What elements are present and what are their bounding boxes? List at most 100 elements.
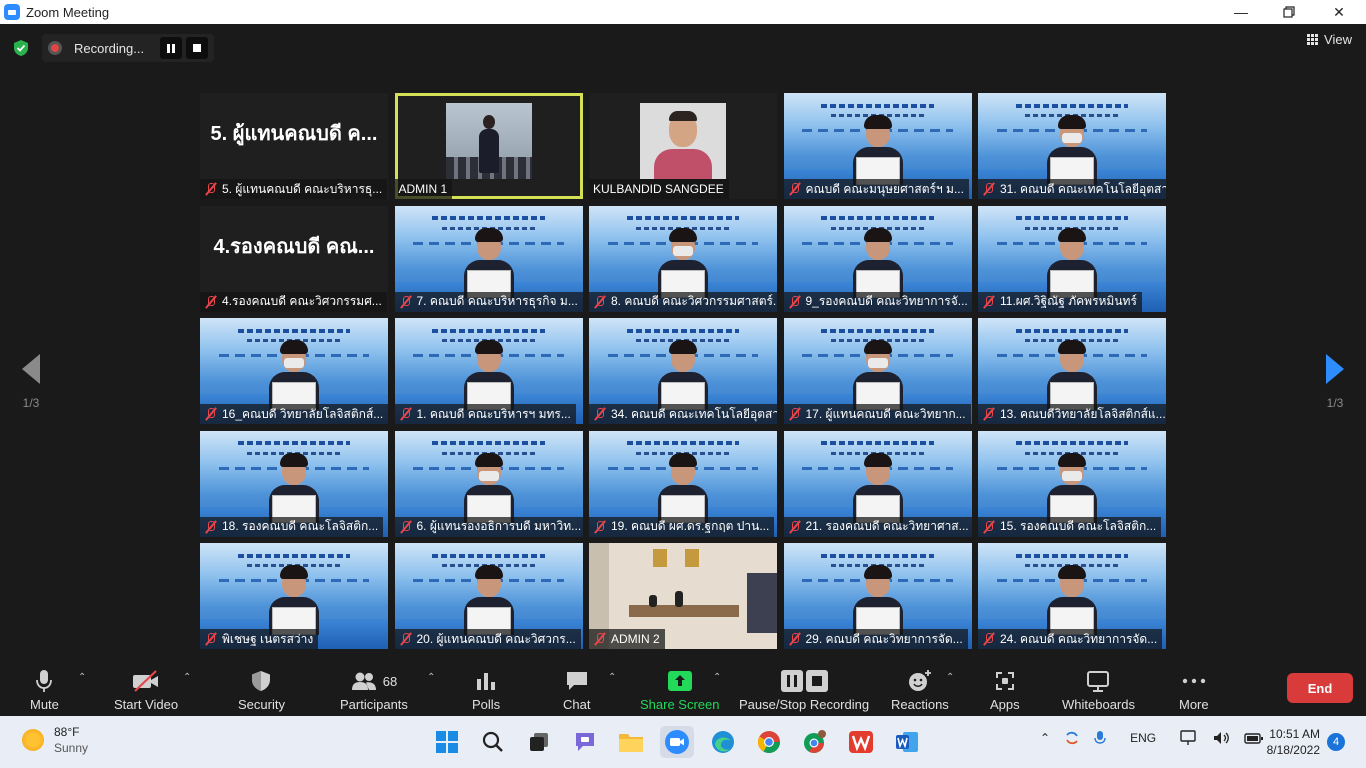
participant-tile[interactable]: 31. คณบดี คณะเทคโนโลยีอุตสาห... xyxy=(978,93,1166,199)
previous-page-button[interactable]: 1/3 xyxy=(16,354,46,410)
stop-recording-button[interactable] xyxy=(186,37,208,59)
network-icon[interactable] xyxy=(1180,730,1198,746)
participant-name: 17. ผู้แทนคณบดี คณะวิทยาก... xyxy=(805,406,966,421)
audio-options-caret[interactable]: ⌃ xyxy=(78,672,86,683)
participant-name-label: พิเชษฐ เนตรสว่าง xyxy=(200,629,319,649)
participant-tile[interactable]: 5. ผู้แทนคณบดี ค... 5. ผู้แทนคณบดี คณะบริ… xyxy=(200,93,388,199)
muted-microphone-icon xyxy=(982,520,996,534)
mute-button[interactable]: Mute xyxy=(30,666,59,712)
chrome-profile-app[interactable] xyxy=(798,726,832,758)
participant-tile[interactable]: 1. คณบดี คณะบริหารฯ มทร... xyxy=(394,318,583,424)
view-label: View xyxy=(1324,32,1352,47)
participant-tile[interactable]: คณบดี คณะมนุษยศาสตร์ฯ ม... xyxy=(783,93,972,199)
video-off-icon xyxy=(133,670,159,692)
chrome-browser-app[interactable] xyxy=(752,726,786,758)
close-button[interactable]: ✕ xyxy=(1316,0,1362,24)
video-gallery: 5. ผู้แทนคณบดี ค... 5. ผู้แทนคณบดี คณะบริ… xyxy=(200,93,1166,649)
muted-microphone-icon xyxy=(982,182,996,196)
participant-name: 9_รองคณบดี คณะวิทยาการจั... xyxy=(805,294,968,308)
participant-tile[interactable]: พิเชษฐ เนตรสว่าง xyxy=(200,543,388,649)
participant-name: 6. ผู้แทนรองอธิการบดี มหาวิท... xyxy=(416,519,582,533)
show-hidden-icons-chevron-icon[interactable]: ⌃ xyxy=(1040,731,1050,745)
participants-button[interactable]: 68 Participants xyxy=(340,666,408,712)
search-button[interactable] xyxy=(476,726,510,758)
participant-tile[interactable]: 11.ผศ.วิฐิณัฐ ภัคพรหมินทร์ xyxy=(978,205,1166,312)
participant-name-display: 4.รองคณบดี คณ... xyxy=(213,235,375,258)
participant-tile[interactable]: 9_รองคณบดี คณะวิทยาการจั... xyxy=(783,205,972,312)
notification-badge[interactable]: 4 xyxy=(1327,733,1345,751)
participant-name: ADMIN 2 xyxy=(611,632,660,646)
teams-chat-app[interactable] xyxy=(568,726,602,758)
sync-icon[interactable] xyxy=(1064,730,1080,746)
participant-tile[interactable]: 20. ผู้แทนคณบดี คณะวิศวกร... xyxy=(394,543,583,649)
chat-bubble-icon xyxy=(566,672,587,690)
pause-stop-recording-button[interactable]: Pause/Stop Recording xyxy=(739,666,869,712)
participant-tile[interactable]: 6. ผู้แทนรองอธิการบดี มหาวิท... xyxy=(394,430,583,537)
file-explorer-app[interactable] xyxy=(614,726,648,758)
zoom-taskbar-app[interactable] xyxy=(660,726,694,758)
muted-microphone-icon xyxy=(399,407,413,421)
pause-recording-button[interactable] xyxy=(160,37,182,59)
more-button[interactable]: More xyxy=(1179,666,1209,712)
start-button[interactable] xyxy=(430,726,464,758)
participant-tile[interactable]: KULBANDID SANGDEE xyxy=(589,93,777,199)
pause-icon xyxy=(167,43,175,53)
participants-options-caret[interactable]: ⌃ xyxy=(427,672,435,683)
apps-button[interactable]: Apps xyxy=(990,666,1020,712)
word-app[interactable] xyxy=(890,726,924,758)
start-video-label: Start Video xyxy=(114,697,179,712)
wps-office-app[interactable] xyxy=(844,726,878,758)
language-indicator[interactable]: ENG xyxy=(1130,731,1156,745)
participant-tile[interactable]: 24. คณบดี คณะวิทยาการจัด... xyxy=(978,543,1166,649)
next-page-button[interactable]: 1/3 xyxy=(1320,354,1350,410)
participant-tile[interactable]: 7. คณบดี คณะบริหารธุรกิจ ม... xyxy=(394,205,583,312)
participant-tile[interactable]: ADMIN 2 xyxy=(589,543,777,649)
minimize-button[interactable]: — xyxy=(1218,0,1264,24)
end-meeting-button[interactable]: End xyxy=(1287,673,1353,703)
encryption-shield-icon[interactable] xyxy=(8,36,34,60)
whiteboards-button[interactable]: Whiteboards xyxy=(1062,666,1135,712)
reactions-options-caret[interactable]: ⌃ xyxy=(946,672,954,683)
system-clock[interactable]: 10:51 AM 8/18/2022 xyxy=(1260,726,1320,758)
participant-name: พิเชษฐ เนตรสว่าง xyxy=(222,631,314,646)
volume-icon[interactable] xyxy=(1212,730,1230,746)
start-video-button[interactable]: Start Video xyxy=(114,666,178,712)
participant-tile[interactable]: 4.รองคณบดี คณ... 4.รองคณบดี คณะวิศวกรรมศ.… xyxy=(200,205,388,312)
participant-tile[interactable]: 21. รองคณบดี คณะวิทยาศาส... xyxy=(783,430,972,537)
participant-tile[interactable]: 17. ผู้แทนคณบดี คณะวิทยาก... xyxy=(783,318,972,424)
participant-tile[interactable]: 16_คณบดี วิทยาลัยโลจิสติกส์... xyxy=(200,318,388,424)
polls-button[interactable]: Polls xyxy=(472,666,500,712)
video-options-caret[interactable]: ⌃ xyxy=(183,672,191,683)
participant-tile[interactable]: ADMIN 1 xyxy=(394,93,583,199)
maximize-button[interactable] xyxy=(1266,0,1312,24)
tray-microphone-icon[interactable] xyxy=(1094,730,1106,746)
share-options-caret[interactable]: ⌃ xyxy=(713,672,721,683)
clock-time: 10:51 AM xyxy=(1269,727,1320,741)
reactions-button[interactable]: Reactions xyxy=(891,666,949,712)
chat-button[interactable]: Chat xyxy=(563,666,590,712)
participant-tile[interactable]: 13. คณบดีวิทยาลัยโลจิสติกส์แ... xyxy=(978,318,1166,424)
participant-video xyxy=(852,451,903,523)
participant-tile[interactable]: 19. คณบดี ผศ.ดร.ฐกฤต ปาน... xyxy=(589,430,777,537)
stop-recording-icon xyxy=(805,670,828,692)
muted-microphone-icon xyxy=(204,520,218,534)
edge-browser-app[interactable] xyxy=(706,726,740,758)
participant-tile[interactable]: 15. รองคณบดี คณะโลจิสติก... xyxy=(978,430,1166,537)
muted-microphone-icon xyxy=(788,182,802,196)
security-button[interactable]: Security xyxy=(238,666,285,712)
share-screen-button[interactable]: Share Screen xyxy=(640,666,720,712)
participant-tile[interactable]: 29. คณบดี คณะวิทยาการจัด... xyxy=(783,543,972,649)
view-button[interactable]: View xyxy=(1307,32,1352,47)
participant-tile[interactable]: 18. รองคณบดี คณะโลจิสติก... xyxy=(200,430,388,537)
chat-options-caret[interactable]: ⌃ xyxy=(608,672,616,683)
participant-name-label: 4.รองคณบดี คณะวิศวกรรมศ... xyxy=(200,291,387,312)
participant-tile[interactable]: 34. คณบดี คณะเทคโนโลยีอุตสาห... xyxy=(589,318,777,424)
weather-widget[interactable]: 88°F Sunny xyxy=(22,724,88,756)
participant-video xyxy=(269,338,319,410)
participant-name: ADMIN 1 xyxy=(398,182,448,196)
chrome-profile-icon xyxy=(804,730,826,753)
whiteboard-icon xyxy=(1087,671,1110,692)
participant-name-label: 9_รองคณบดี คณะวิทยาการจั... xyxy=(783,291,972,312)
participant-tile[interactable]: 8. คณบดี คณะวิศวกรรมศาสตร์... xyxy=(589,205,777,312)
task-view-button[interactable] xyxy=(522,726,556,758)
